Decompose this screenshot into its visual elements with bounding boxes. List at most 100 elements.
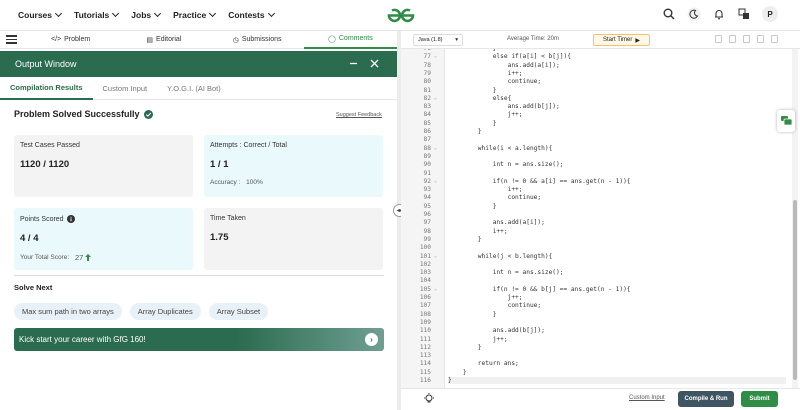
document-icon: ▤ xyxy=(146,36,154,44)
code-line[interactable]: return ans; xyxy=(448,360,519,367)
language-select[interactable]: Java (1.8) ▾ xyxy=(413,34,463,46)
solve-next-chip[interactable]: Max sum path in two arrays xyxy=(14,303,122,320)
fold-toggle-icon[interactable]: ⌄ xyxy=(434,145,437,151)
line-number: 94 xyxy=(423,194,431,202)
code-line[interactable]: j++; xyxy=(448,111,523,118)
code-line[interactable]: continue; xyxy=(448,78,542,85)
code-line[interactable]: } xyxy=(448,120,497,127)
reset-icon[interactable] xyxy=(757,35,764,43)
line-number: 109 xyxy=(419,318,431,326)
arrow-up-icon xyxy=(85,254,92,261)
nav-tutorials[interactable]: Tutorials xyxy=(74,9,120,20)
line-number: 77 xyxy=(423,53,431,61)
translate-icon[interactable] xyxy=(737,7,751,21)
fold-toggle-icon[interactable]: ⌄ xyxy=(434,95,437,101)
code-line[interactable]: while(j < b.length){ xyxy=(448,253,553,260)
tab-editorial[interactable]: ▤ Editorial xyxy=(117,31,210,49)
chat-icon[interactable] xyxy=(777,110,795,132)
code-line[interactable]: } xyxy=(448,236,482,243)
fold-toggle-icon[interactable]: ⌄ xyxy=(434,53,437,59)
fold-toggle-icon[interactable]: ⌄ xyxy=(434,178,437,184)
tab-yogi-ai-bot[interactable]: Y.O.G.I. (AI Bot) xyxy=(157,78,231,100)
minimize-icon[interactable] xyxy=(349,59,358,70)
code-line[interactable]: } xyxy=(448,87,497,94)
line-number: 97 xyxy=(423,219,431,227)
code-line[interactable]: } xyxy=(448,369,467,376)
gfg160-banner[interactable]: Kick start your career with GfG 160! › xyxy=(14,328,384,351)
points-card: Points Scored 4 / 4 Your Total Score: 27 xyxy=(14,208,193,270)
start-timer-button[interactable]: Start Timer ▶ xyxy=(593,34,650,46)
close-icon[interactable] xyxy=(370,59,379,70)
code-line[interactable]: if(n != 0 && a[i] == ans.get(n - 1)){ xyxy=(448,178,631,185)
dark-mode-icon[interactable] xyxy=(687,7,701,21)
settings-icon[interactable] xyxy=(743,35,750,43)
line-number: 108 xyxy=(419,310,431,318)
points-label: Points Scored xyxy=(20,215,64,223)
line-number: 101 xyxy=(419,252,431,260)
tab-custom-input[interactable]: Custom Input xyxy=(93,78,158,100)
line-number: 86 xyxy=(423,128,431,135)
fullscreen-icon[interactable] xyxy=(771,35,778,43)
avatar[interactable]: P xyxy=(762,6,778,22)
code-line[interactable]: int n = ans.size(); xyxy=(448,269,564,276)
nav-contests[interactable]: Contests xyxy=(228,9,275,20)
code-line[interactable]: ans.add(b[j]); xyxy=(448,103,560,110)
code-line[interactable]: } xyxy=(448,344,482,351)
lightbulb-icon[interactable] xyxy=(423,393,435,407)
nav-practice[interactable]: Practice xyxy=(173,9,217,20)
code-line[interactable]: i++; xyxy=(448,228,508,235)
tab-comments[interactable]: ◯ Comments xyxy=(303,31,397,49)
code-line[interactable]: i++; xyxy=(448,186,523,193)
time-card: Time Taken 1.75 xyxy=(204,208,383,270)
info-icon[interactable] xyxy=(66,215,75,223)
search-icon[interactable] xyxy=(662,7,676,21)
code-line[interactable]: ans.add(a[i]); xyxy=(448,219,545,226)
code-line[interactable]: continue; xyxy=(448,194,542,201)
code-editor[interactable]: 76 }77⌄ else if(a[i] < b[j]){78 ans.add(… xyxy=(401,49,786,388)
submit-button[interactable]: Submit xyxy=(741,391,778,407)
time-value: 1.75 xyxy=(210,232,229,243)
tab-submissions[interactable]: ◷ Submissions xyxy=(211,31,304,49)
code-line[interactable]: int n = ans.size(); xyxy=(448,161,564,168)
tab-problem[interactable]: </> Problem xyxy=(24,31,117,49)
code-line[interactable]: } xyxy=(448,311,497,318)
tab-compilation-results[interactable]: Compilation Results xyxy=(0,78,93,100)
code-line[interactable]: } xyxy=(448,49,497,52)
code-line[interactable]: } xyxy=(448,377,786,384)
gfg-logo[interactable] xyxy=(385,6,417,25)
line-number: 95 xyxy=(423,202,431,210)
code-line[interactable]: ans.add(a[i]); xyxy=(448,62,560,69)
solve-next-chip[interactable]: Array Duplicates xyxy=(129,303,201,320)
line-number: 76 xyxy=(401,49,431,52)
output-window-header: Output Window xyxy=(0,51,397,77)
nav-courses[interactable]: Courses xyxy=(18,9,63,20)
bell-icon[interactable] xyxy=(712,7,726,21)
code-line[interactable]: ans.add(b[j]); xyxy=(448,327,545,334)
hamburger-menu-icon[interactable] xyxy=(0,35,24,44)
scrollbar-thumb[interactable] xyxy=(793,200,797,380)
code-line[interactable]: } xyxy=(448,203,497,210)
custom-input-link[interactable]: Custom Input xyxy=(629,395,665,401)
solve-next-chip[interactable]: Array Subset xyxy=(208,303,269,320)
suggest-feedback-link[interactable]: Suggest Feedback xyxy=(336,112,382,118)
copy-icon[interactable] xyxy=(715,35,722,43)
code-line[interactable]: j++; xyxy=(448,336,508,343)
code-line[interactable]: } xyxy=(448,128,482,135)
nav-jobs[interactable]: Jobs xyxy=(131,9,162,20)
editor-actions xyxy=(715,35,778,43)
code-line[interactable]: while(i < a.length){ xyxy=(448,145,553,152)
fold-toggle-icon[interactable]: ⌄ xyxy=(434,286,437,292)
code-line[interactable]: continue; xyxy=(448,302,542,309)
code-line[interactable]: i++; xyxy=(448,70,523,77)
nav-label: Contests xyxy=(228,10,265,20)
code-line[interactable]: if(n != 0 && b[j] == ans.get(n - 1)){ xyxy=(448,286,631,293)
paste-icon[interactable] xyxy=(729,35,736,43)
code-line[interactable]: else if(a[i] < b[j]){ xyxy=(448,53,571,60)
fold-toggle-icon[interactable]: ⌄ xyxy=(434,253,437,259)
compile-run-button[interactable]: Compile & Run xyxy=(678,391,734,407)
editor-toolbar: Java (1.8) ▾ Average Time: 20m Start Time… xyxy=(401,31,800,49)
line-number: 96 xyxy=(423,211,431,218)
code-line[interactable]: j++; xyxy=(448,294,523,301)
chevron-right-icon[interactable]: › xyxy=(365,333,378,346)
code-line[interactable]: else{ xyxy=(448,95,512,102)
